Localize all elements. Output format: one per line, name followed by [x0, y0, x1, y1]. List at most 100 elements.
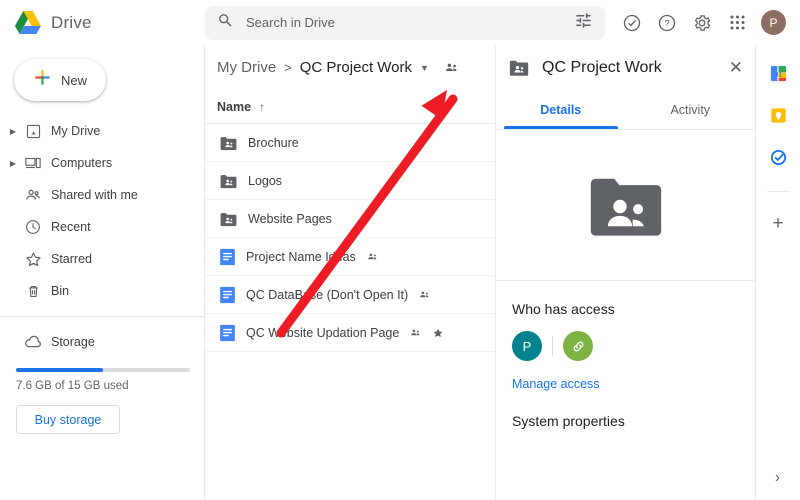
google-doc-icon — [219, 286, 236, 304]
cloud-icon — [20, 332, 46, 352]
apps-grid-icon[interactable] — [726, 12, 748, 34]
new-button[interactable]: New — [14, 59, 106, 101]
file-row[interactable]: QC Website Updation Page — [205, 314, 495, 352]
sidebar-item-starred[interactable]: Starred — [0, 243, 196, 275]
system-properties-title: System properties — [512, 413, 755, 429]
google-doc-icon — [219, 248, 236, 266]
access-chips: P — [512, 331, 755, 361]
tab-activity[interactable]: Activity — [626, 90, 756, 129]
details-divider — [496, 280, 755, 281]
file-row[interactable]: QC DataBase (Don't Open It) — [205, 276, 495, 314]
search-bar[interactable] — [205, 6, 605, 40]
file-row[interactable]: Logos — [205, 162, 495, 200]
shared-people-icon[interactable] — [443, 59, 460, 76]
sidebar-item-my-drive[interactable]: ▶ My Drive — [0, 115, 196, 147]
file-list-area: My Drive > QC Project Work ▼ Name ↑ Broc… — [205, 45, 495, 500]
tune-filter-icon[interactable] — [574, 11, 593, 35]
app-name: Drive — [51, 13, 92, 33]
brand-area[interactable]: Drive — [0, 10, 205, 35]
star-icon — [20, 250, 46, 269]
breadcrumb-separator: > — [284, 60, 292, 75]
close-icon[interactable]: ✕ — [729, 59, 743, 76]
sidebar-item-label: Bin — [51, 284, 69, 298]
sidebar-item-computers[interactable]: ▶ Computers — [0, 147, 196, 179]
google-tasks-icon[interactable] — [768, 147, 788, 167]
column-header-name[interactable]: Name — [217, 100, 251, 114]
sidebar-item-label: Shared with me — [51, 188, 138, 202]
details-panel: QC Project Work ✕ Details Activity Who h… — [495, 45, 755, 500]
shared-folder-large-icon — [585, 172, 667, 239]
clock-icon — [20, 218, 46, 236]
sidebar-item-bin[interactable]: Bin — [0, 275, 196, 307]
plus-icon — [33, 68, 52, 92]
shared-folder-icon — [219, 135, 238, 151]
new-button-label: New — [61, 73, 87, 88]
file-name: Logos — [248, 174, 282, 188]
file-name: Brochure — [248, 136, 299, 150]
who-has-access-title: Who has access — [512, 301, 755, 317]
search-icon — [217, 12, 234, 34]
settings-gear-icon[interactable] — [691, 12, 713, 34]
sidebar-item-label: Recent — [51, 220, 91, 234]
shared-people-icon — [409, 326, 422, 339]
pending-check-icon[interactable] — [621, 12, 643, 34]
file-name: Website Pages — [248, 212, 332, 226]
my-drive-icon — [20, 123, 46, 140]
buy-storage-button[interactable]: Buy storage — [16, 405, 120, 434]
expand-panel-chevron-icon[interactable]: › — [755, 455, 800, 500]
file-row[interactable]: Project Name Ideas — [205, 238, 495, 276]
sort-ascending-icon[interactable]: ↑ — [259, 100, 265, 114]
top-right-icons: ? P — [621, 10, 800, 35]
file-name: Project Name Ideas — [246, 250, 356, 264]
account-avatar[interactable]: P — [761, 10, 786, 35]
google-calendar-icon[interactable]: 31 — [768, 63, 788, 83]
file-list-header: Name ↑ — [205, 90, 495, 124]
search-input[interactable] — [246, 15, 568, 30]
sidebar-divider — [0, 316, 204, 317]
expand-caret-icon[interactable]: ▶ — [6, 127, 20, 136]
breadcrumb-root[interactable]: My Drive — [217, 59, 276, 76]
google-drive-window: Drive ? P — [0, 0, 800, 500]
details-title: QC Project Work — [542, 59, 717, 77]
google-keep-icon[interactable] — [768, 105, 788, 125]
sidebar-item-storage[interactable]: Storage — [0, 326, 196, 358]
shared-people-icon — [366, 250, 379, 263]
link-icon[interactable] — [563, 331, 593, 361]
left-sidebar: New ▶ My Drive ▶ Computers Shared with m… — [0, 45, 205, 500]
chevron-down-icon[interactable]: ▼ — [420, 63, 429, 73]
sidebar-item-label: Starred — [51, 252, 92, 266]
shared-with-me-icon — [20, 186, 46, 205]
owner-avatar[interactable]: P — [512, 331, 542, 361]
add-app-button[interactable]: + — [772, 214, 783, 233]
manage-access-link[interactable]: Manage access — [512, 377, 755, 391]
storage-progress-fill — [16, 368, 103, 372]
chip-divider — [552, 336, 553, 356]
avatar-initial: P — [769, 16, 777, 30]
help-icon[interactable]: ? — [656, 12, 678, 34]
details-tabs: Details Activity — [496, 90, 755, 130]
google-doc-icon — [219, 324, 236, 342]
sidebar-item-label: Storage — [51, 335, 95, 349]
breadcrumb: My Drive > QC Project Work ▼ — [205, 45, 495, 90]
file-row[interactable]: Website Pages — [205, 200, 495, 238]
file-name: QC DataBase (Don't Open It) — [246, 288, 408, 302]
owner-avatar-initial: P — [523, 339, 532, 354]
shared-folder-icon — [219, 211, 238, 227]
sidebar-item-recent[interactable]: Recent — [0, 211, 196, 243]
computers-icon — [20, 154, 46, 172]
breadcrumb-current[interactable]: QC Project Work — [300, 59, 412, 76]
tab-details[interactable]: Details — [496, 90, 626, 129]
file-rows-container: Brochure Logos Website Pages Project Nam… — [205, 124, 495, 352]
sidebar-item-shared-with-me[interactable]: Shared with me — [0, 179, 196, 211]
svg-text:31: 31 — [774, 71, 782, 78]
file-row[interactable]: Brochure — [205, 124, 495, 162]
expand-caret-icon[interactable]: ▶ — [6, 159, 20, 168]
strip-divider — [767, 191, 789, 192]
sidebar-item-label: Computers — [51, 156, 112, 170]
shared-folder-icon — [508, 58, 530, 77]
sidebar-item-label: My Drive — [51, 124, 100, 138]
folder-thumbnail — [496, 130, 755, 280]
shared-folder-icon — [219, 173, 238, 189]
shared-people-icon — [418, 288, 431, 301]
star-icon[interactable] — [432, 327, 444, 339]
